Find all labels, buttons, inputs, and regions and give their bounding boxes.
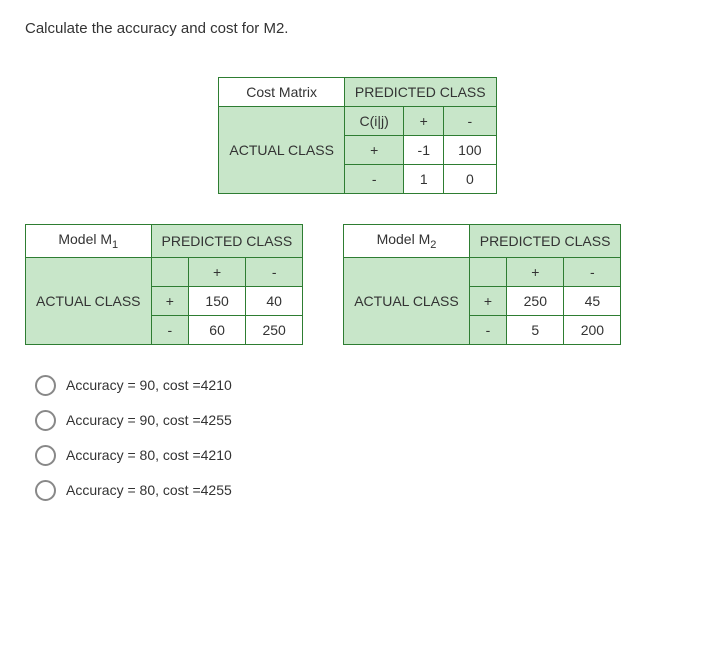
m1-pred-label: PREDICTED CLASS — [151, 225, 303, 258]
m1-r2c1: 60 — [189, 315, 246, 344]
m2-title: Model M2 — [344, 225, 470, 258]
radio-icon — [35, 375, 56, 396]
cost-matrix-cij: C(i|j) — [344, 107, 404, 136]
m1-actual-label: ACTUAL CLASS — [26, 257, 152, 344]
cost-matrix-col-plus: + — [404, 107, 444, 136]
m1-r2c2: 250 — [246, 315, 303, 344]
cost-matrix-pred-label: PREDICTED CLASS — [344, 78, 496, 107]
m2-row-minus: - — [469, 315, 507, 344]
option-b[interactable]: Accuracy = 90, cost =4255 — [35, 410, 690, 431]
radio-icon — [35, 445, 56, 466]
cost-matrix-r1c1: -1 — [404, 136, 444, 165]
m2-r2c2: 200 — [564, 315, 621, 344]
radio-icon — [35, 480, 56, 501]
model-m1-table: Model M1 PREDICTED CLASS ACTUAL CLASS + … — [25, 224, 303, 345]
cost-matrix-table: Cost Matrix PREDICTED CLASS ACTUAL CLASS… — [218, 77, 496, 194]
cost-matrix-actual-label: ACTUAL CLASS — [219, 107, 345, 194]
m1-r1c1: 150 — [189, 286, 246, 315]
option-c[interactable]: Accuracy = 80, cost =4210 — [35, 445, 690, 466]
cost-matrix-r2c2: 0 — [444, 165, 497, 194]
radio-icon — [35, 410, 56, 431]
model-m2-table: Model M2 PREDICTED CLASS ACTUAL CLASS + … — [343, 224, 621, 345]
cost-matrix-title: Cost Matrix — [246, 84, 317, 100]
cost-matrix-r1c2: 100 — [444, 136, 497, 165]
cost-matrix-row-minus: - — [344, 165, 404, 194]
m1-col-plus: + — [189, 257, 246, 286]
m2-row-plus: + — [469, 286, 507, 315]
answer-options: Accuracy = 90, cost =4210 Accuracy = 90,… — [35, 375, 690, 501]
cost-matrix-r2c1: 1 — [404, 165, 444, 194]
option-d-label: Accuracy = 80, cost =4255 — [66, 482, 232, 498]
m2-actual-label: ACTUAL CLASS — [344, 257, 470, 344]
m2-r1c1: 250 — [507, 286, 564, 315]
m1-title: Model M1 — [26, 225, 152, 258]
m2-r2c1: 5 — [507, 315, 564, 344]
option-a[interactable]: Accuracy = 90, cost =4210 — [35, 375, 690, 396]
m2-pred-label: PREDICTED CLASS — [469, 225, 621, 258]
m2-col-minus: - — [564, 257, 621, 286]
m1-row-minus: - — [151, 315, 189, 344]
option-d[interactable]: Accuracy = 80, cost =4255 — [35, 480, 690, 501]
m2-r1c2: 45 — [564, 286, 621, 315]
cost-matrix-col-minus: - — [444, 107, 497, 136]
cost-matrix-row-plus: + — [344, 136, 404, 165]
m1-r1c2: 40 — [246, 286, 303, 315]
option-c-label: Accuracy = 80, cost =4210 — [66, 447, 232, 463]
option-b-label: Accuracy = 90, cost =4255 — [66, 412, 232, 428]
m1-row-plus: + — [151, 286, 189, 315]
option-a-label: Accuracy = 90, cost =4210 — [66, 377, 232, 393]
question-text: Calculate the accuracy and cost for M2. — [25, 20, 690, 37]
m2-col-plus: + — [507, 257, 564, 286]
m1-col-minus: - — [246, 257, 303, 286]
